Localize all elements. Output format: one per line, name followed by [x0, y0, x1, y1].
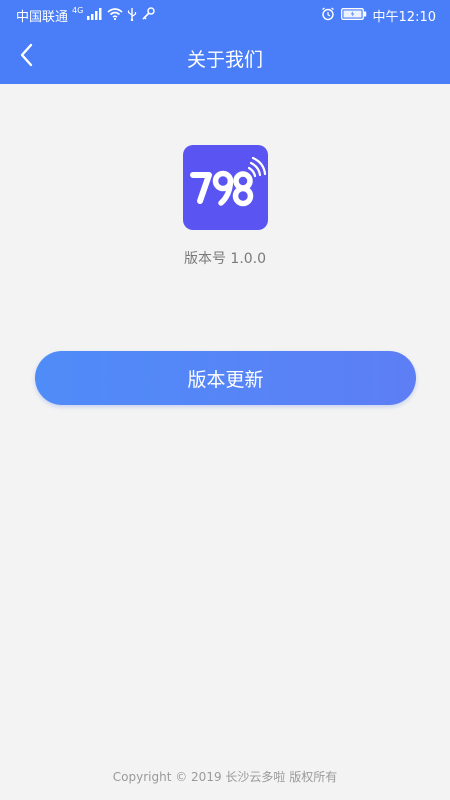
header: 中国联通 4G 中午12:10 关于我们 — [0, 0, 450, 84]
copyright-text: Copyright © 2019 长沙云多啦 版权所有 — [112, 770, 338, 784]
signal-icon — [87, 7, 103, 24]
version-info: 版本号 1.0.0 — [0, 248, 450, 268]
app-logo — [183, 145, 268, 230]
title-bar: 关于我们 — [0, 30, 450, 84]
key-icon — [141, 6, 156, 25]
update-version-button[interactable]: 版本更新 — [35, 351, 416, 405]
wifi-icon — [107, 7, 123, 24]
version-number: 1.0.0 — [230, 251, 267, 267]
status-bar: 中国联通 4G 中午12:10 — [0, 0, 450, 30]
battery-icon — [340, 7, 367, 24]
carrier-label: 中国联通 — [16, 10, 69, 25]
clock-label: 中午12:10 — [372, 10, 436, 25]
version-label: 版本号 — [183, 251, 226, 267]
network-type-label: 4G — [72, 6, 84, 15]
page-title: 关于我们 — [186, 49, 263, 71]
status-left: 中国联通 4G — [16, 6, 156, 25]
about-us-screen: 中国联通 4G 中午12:10 关于我们 版本号 1.0.0 版本更新 Copy… — [0, 0, 450, 800]
status-right: 中午12:10 — [321, 6, 436, 25]
usb-icon — [127, 7, 137, 25]
alarm-icon — [321, 6, 335, 25]
